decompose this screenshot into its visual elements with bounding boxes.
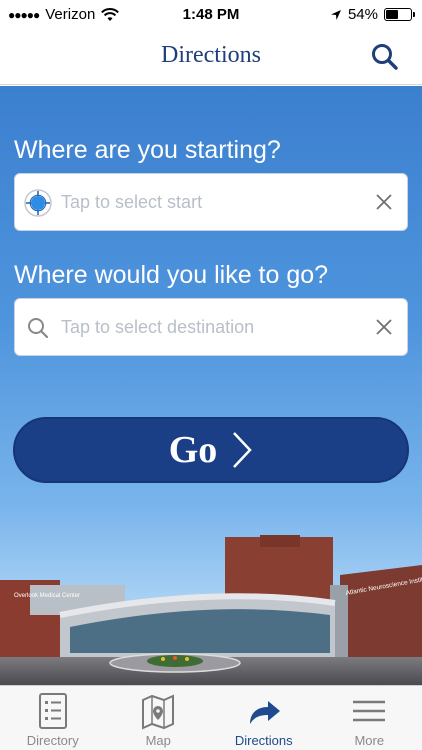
- start-field[interactable]: [14, 173, 408, 231]
- tab-label: More: [354, 733, 385, 748]
- tab-directory[interactable]: Directory: [0, 686, 106, 750]
- go-button-label: Go: [168, 429, 218, 471]
- tab-more[interactable]: More: [317, 686, 422, 750]
- current-location-icon[interactable]: [23, 188, 53, 218]
- start-input[interactable]: [61, 174, 361, 230]
- left-building-sign: Overlook Medical Center: [14, 593, 80, 599]
- clear-start-icon[interactable]: [373, 191, 395, 213]
- tab-map[interactable]: Map: [106, 686, 212, 750]
- status-bar: ●●●●● Verizon 1:48 PM 54%: [0, 0, 422, 30]
- status-right: 54%: [330, 6, 415, 23]
- tab-directions[interactable]: Directions: [211, 686, 317, 750]
- destination-input[interactable]: [61, 299, 361, 355]
- battery-fill: [386, 10, 398, 19]
- battery-percent: 54%: [347, 6, 378, 23]
- chevron-right-icon: [233, 432, 252, 468]
- tab-label: Directory: [26, 733, 79, 748]
- start-label: Where are you starting?: [14, 136, 281, 164]
- directions-panel: Where are you starting? Where would you …: [0, 86, 422, 685]
- tab-label: Directions: [234, 733, 293, 748]
- search-icon: [28, 318, 49, 339]
- directory-list-icon: [38, 693, 67, 729]
- nav-bar: Directions: [0, 30, 422, 85]
- destination-label: Where would you like to go?: [14, 261, 329, 289]
- map-icon: [142, 694, 175, 730]
- location-arrow-icon: [330, 9, 341, 20]
- directions-arrow-icon: [249, 701, 280, 724]
- page-title: Directions: [161, 42, 261, 68]
- hospital-building-photo: Overlook Medical Center Atlantic Neurosc…: [0, 535, 422, 685]
- tab-bar: Directory Map Directions More: [0, 685, 422, 750]
- clear-destination-icon[interactable]: [373, 316, 395, 338]
- battery-icon: [384, 8, 415, 21]
- tab-label: Map: [145, 733, 171, 748]
- destination-field[interactable]: [14, 298, 408, 356]
- menu-icon: [353, 700, 386, 722]
- search-icon[interactable]: [370, 42, 400, 72]
- go-button[interactable]: Go: [13, 417, 409, 483]
